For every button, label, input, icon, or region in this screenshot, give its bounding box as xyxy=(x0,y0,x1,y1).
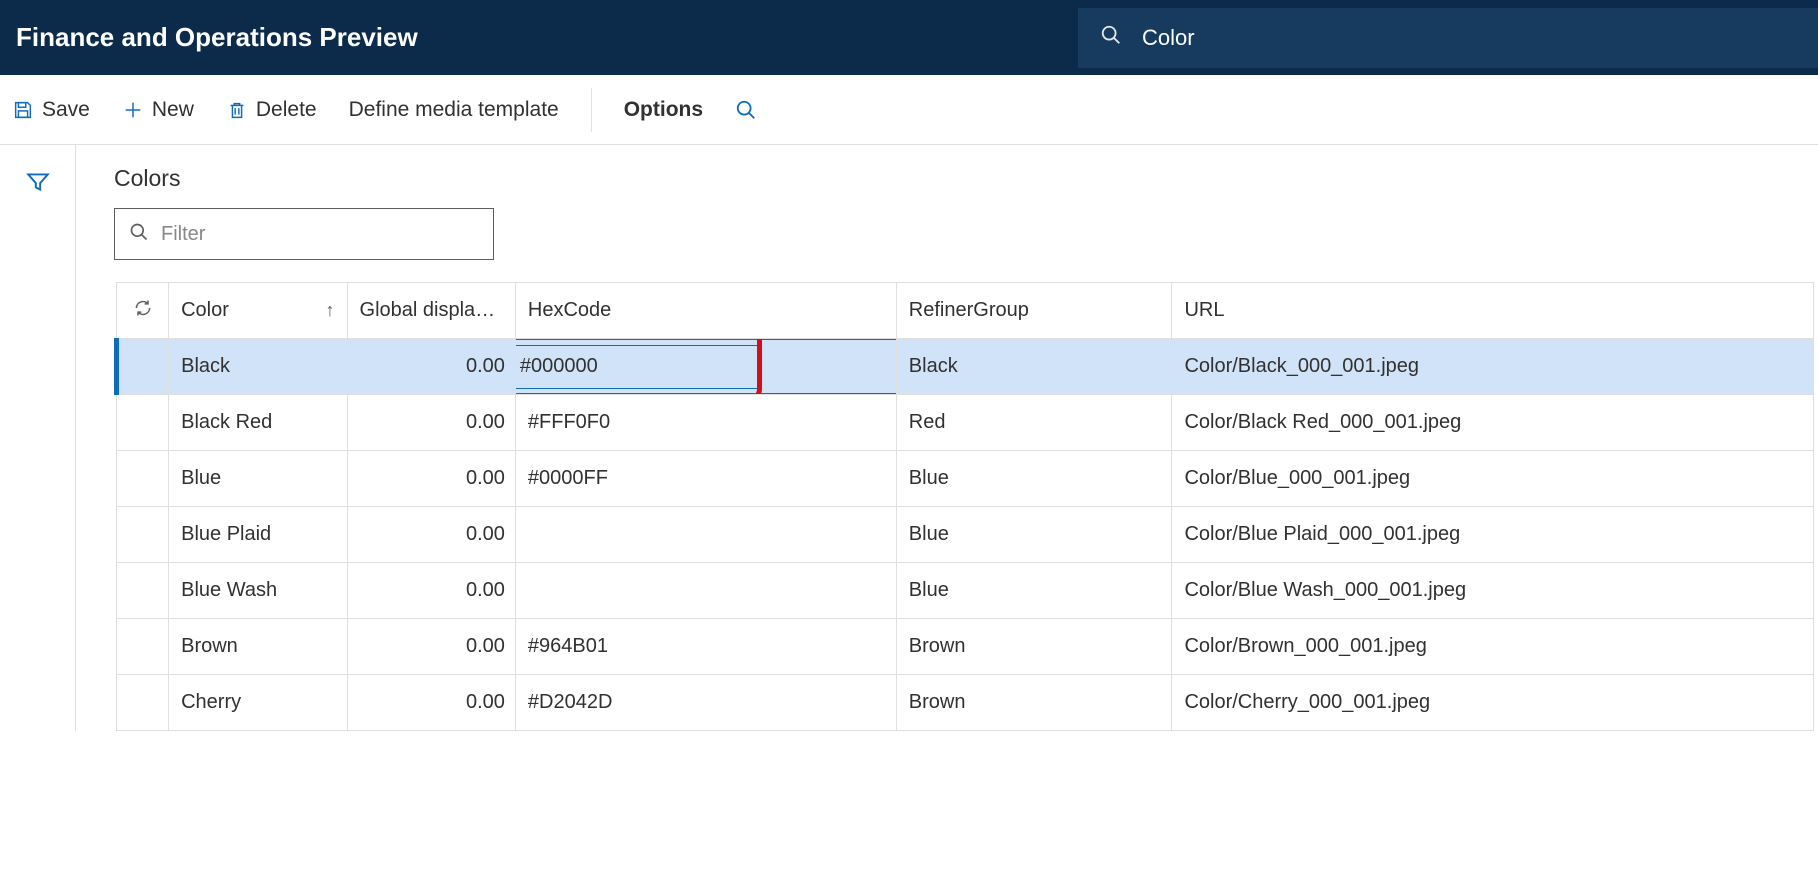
hexcode-input[interactable]: #000000 xyxy=(515,345,759,389)
cell-refinergroup[interactable]: Blue xyxy=(896,507,1172,563)
col-hexcode[interactable]: HexCode xyxy=(515,283,896,339)
cell-url[interactable]: Color/Blue_000_001.jpeg xyxy=(1172,451,1814,507)
cell-url[interactable]: Color/Blue Plaid_000_001.jpeg xyxy=(1172,507,1814,563)
cell-refinergroup[interactable]: Blue xyxy=(896,563,1172,619)
cell-color[interactable]: Blue Wash xyxy=(169,563,347,619)
new-label: New xyxy=(152,98,194,122)
cell-color[interactable]: Brown xyxy=(169,619,347,675)
cell-refinergroup[interactable]: Blue xyxy=(896,451,1172,507)
global-search-input[interactable] xyxy=(1142,25,1796,51)
options-button[interactable]: Options xyxy=(624,98,703,122)
cell-global-display-order[interactable]: 0.00 xyxy=(347,395,515,451)
save-label: Save xyxy=(42,98,90,122)
cell-global-display-order[interactable]: 0.00 xyxy=(347,451,515,507)
cell-global-display-order[interactable]: 0.00 xyxy=(347,339,515,395)
delete-label: Delete xyxy=(256,98,317,122)
find-button[interactable] xyxy=(735,99,757,121)
page-title: Colors xyxy=(114,165,1818,192)
col-refinergroup[interactable]: RefinerGroup xyxy=(896,283,1172,339)
table-row[interactable]: Cherry0.00#D2042DBrownColor/Cherry_000_0… xyxy=(117,675,1814,731)
row-selector[interactable] xyxy=(117,563,169,619)
col-color-label: Color xyxy=(181,299,229,322)
search-icon xyxy=(129,222,149,247)
cell-color[interactable]: Blue xyxy=(169,451,347,507)
global-search[interactable] xyxy=(1078,8,1818,68)
cell-hexcode[interactable]: #FFF0F0 xyxy=(515,395,896,451)
define-media-label: Define media template xyxy=(349,98,559,122)
cell-color[interactable]: Black xyxy=(169,339,347,395)
sort-asc-icon: ↑ xyxy=(326,300,335,321)
row-selector[interactable] xyxy=(117,507,169,563)
grid-header-row: Color ↑ Global display ... HexCode Refin… xyxy=(117,283,1814,339)
cell-color[interactable]: Blue Plaid xyxy=(169,507,347,563)
cell-hexcode[interactable]: #000000 xyxy=(515,339,896,395)
col-url[interactable]: URL xyxy=(1172,283,1814,339)
cell-global-display-order[interactable]: 0.00 xyxy=(347,619,515,675)
colors-grid: Color ↑ Global display ... HexCode Refin… xyxy=(114,282,1814,731)
cell-hexcode[interactable]: #964B01 xyxy=(515,619,896,675)
cell-refinergroup[interactable]: Black xyxy=(896,339,1172,395)
col-color[interactable]: Color ↑ xyxy=(169,283,347,339)
table-row[interactable]: Blue0.00#0000FFBlueColor/Blue_000_001.jp… xyxy=(117,451,1814,507)
app-titlebar: Finance and Operations Preview xyxy=(0,0,1818,75)
grid-filter[interactable] xyxy=(114,208,494,260)
delete-button[interactable]: Delete xyxy=(226,98,317,122)
table-row[interactable]: Blue Plaid0.00 BlueColor/Blue Plaid_000_0… xyxy=(117,507,1814,563)
filter-rail xyxy=(0,145,76,731)
trash-icon xyxy=(226,99,248,121)
cell-url[interactable]: Color/Black_000_001.jpeg xyxy=(1172,339,1814,395)
cell-hexcode[interactable] xyxy=(515,507,896,563)
save-button[interactable]: Save xyxy=(12,98,90,122)
row-selector[interactable] xyxy=(117,395,169,451)
refresh-icon xyxy=(129,298,156,318)
row-selector[interactable] xyxy=(117,339,169,395)
cell-refinergroup[interactable]: Brown xyxy=(896,675,1172,731)
options-label: Options xyxy=(624,98,703,122)
cell-color[interactable]: Black Red xyxy=(169,395,347,451)
table-row[interactable]: Black0.00#000000BlackColor/Black_000_001… xyxy=(117,339,1814,395)
app-title: Finance and Operations Preview xyxy=(16,22,418,53)
row-selector[interactable] xyxy=(117,619,169,675)
cell-url[interactable]: Color/Blue Wash_000_001.jpeg xyxy=(1172,563,1814,619)
table-row[interactable]: Blue Wash0.00 BlueColor/Blue Wash_000_001… xyxy=(117,563,1814,619)
command-divider xyxy=(591,88,592,132)
content-area: Colors Color xyxy=(76,145,1818,731)
command-bar: Save New Delete Define media template Op… xyxy=(0,75,1818,145)
search-icon xyxy=(1100,24,1122,51)
save-icon xyxy=(12,99,34,121)
cell-url[interactable]: Color/Brown_000_001.jpeg xyxy=(1172,619,1814,675)
cell-global-display-order[interactable]: 0.00 xyxy=(347,563,515,619)
table-row[interactable]: Black Red0.00#FFF0F0RedColor/Black Red_0… xyxy=(117,395,1814,451)
cell-global-display-order[interactable]: 0.00 xyxy=(347,675,515,731)
cell-hexcode[interactable] xyxy=(515,563,896,619)
table-row[interactable]: Brown0.00#964B01BrownColor/Brown_000_001… xyxy=(117,619,1814,675)
funnel-icon[interactable] xyxy=(25,179,51,199)
cell-url[interactable]: Color/Cherry_000_001.jpeg xyxy=(1172,675,1814,731)
row-selector[interactable] xyxy=(117,675,169,731)
define-media-template-button[interactable]: Define media template xyxy=(349,98,559,122)
cell-hexcode[interactable]: #0000FF xyxy=(515,451,896,507)
refresh-header[interactable] xyxy=(117,283,169,339)
cell-refinergroup[interactable]: Red xyxy=(896,395,1172,451)
cell-refinergroup[interactable]: Brown xyxy=(896,619,1172,675)
cell-color[interactable]: Cherry xyxy=(169,675,347,731)
cell-global-display-order[interactable]: 0.00 xyxy=(347,507,515,563)
search-icon xyxy=(735,99,757,121)
row-selector[interactable] xyxy=(117,451,169,507)
cell-url[interactable]: Color/Black Red_000_001.jpeg xyxy=(1172,395,1814,451)
grid-filter-input[interactable] xyxy=(161,223,479,246)
plus-icon xyxy=(122,99,144,121)
new-button[interactable]: New xyxy=(122,98,194,122)
cell-hexcode[interactable]: #D2042D xyxy=(515,675,896,731)
col-global-display-order[interactable]: Global display ... xyxy=(347,283,515,339)
